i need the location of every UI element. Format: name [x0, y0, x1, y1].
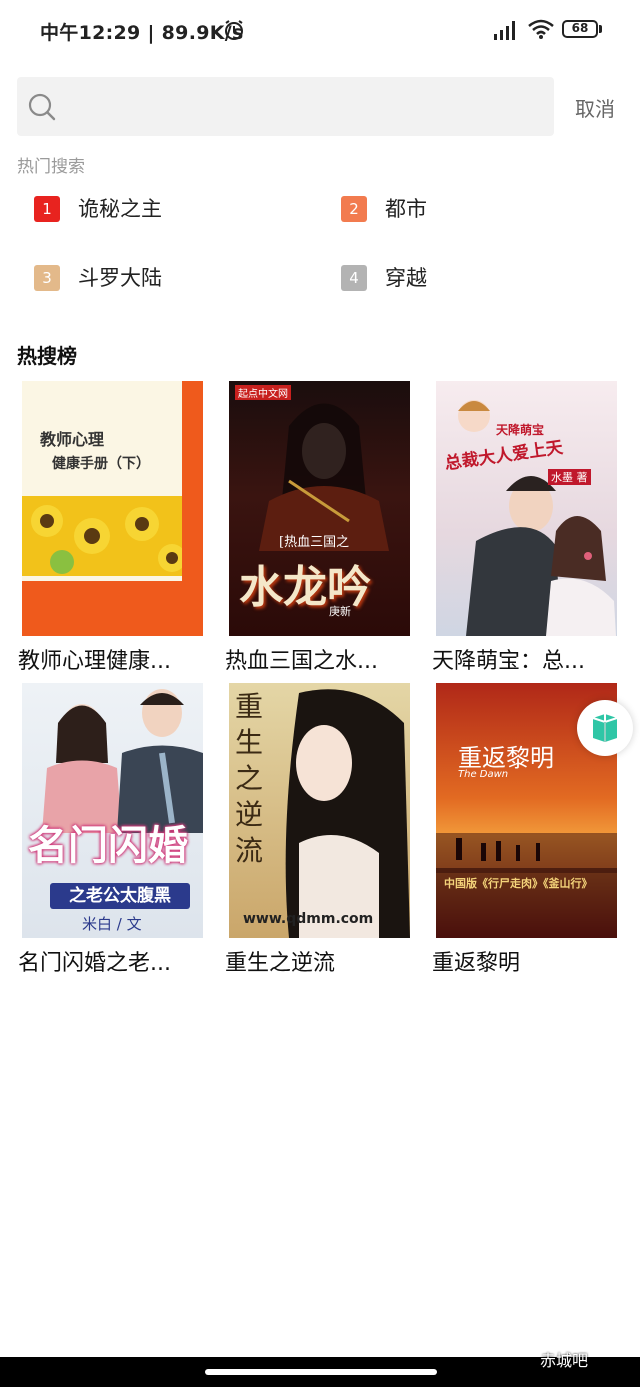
status-time: 中午12:29 | 89.9K/s	[40, 22, 244, 44]
cover-tagline: 中国版《行尸走肉》《釜山行》	[444, 877, 593, 890]
alarm-icon	[225, 20, 243, 40]
book-3d-icon	[592, 714, 618, 742]
book-cover: 教师心理 健康手册（下）	[22, 381, 203, 636]
home-indicator[interactable]	[205, 1369, 437, 1375]
cover-subtitle: 健康手册（下）	[52, 456, 150, 472]
cover-title-vertical: 重 生 之 逆 流	[235, 689, 267, 869]
cover-char: 之	[235, 762, 264, 795]
hot-search-label: 都市	[385, 197, 427, 221]
hot-search-label: 穿越	[385, 266, 427, 290]
book-cover: 天降萌宝 总裁大人爱上天 水墨 著	[436, 381, 617, 636]
battery-tip	[599, 25, 602, 33]
book-title: 名门闪婚之老...	[18, 951, 171, 976]
cover-series: [热血三国之	[279, 535, 350, 550]
cover-author: 水墨 著	[548, 469, 591, 485]
cover-author: 庚新	[329, 605, 351, 618]
sunflower-image	[31, 505, 186, 574]
cover-char: 生	[235, 726, 264, 759]
book-title: 教师心理健康...	[18, 649, 171, 674]
book-cover: 起点中文网 [热血三国之 水龙吟 庚新	[229, 381, 410, 636]
cover-sunflowers	[22, 496, 186, 576]
book-title: 重生之逆流	[225, 951, 336, 976]
book-title: 重返黎明	[432, 951, 521, 976]
book-title: 天降萌宝：总...	[432, 649, 585, 674]
rank-badge: 3	[34, 265, 60, 291]
cover-char: 流	[235, 834, 264, 867]
cover-char: 重	[235, 690, 264, 723]
ranking-title: 热搜榜	[17, 344, 77, 368]
rank-badge: 2	[341, 196, 367, 222]
cover-title: 水龙吟	[239, 562, 371, 613]
cover-char: 逆	[235, 798, 264, 831]
cover-title: 重返黎明	[458, 744, 554, 772]
search-icon	[28, 93, 56, 121]
cover-bottom	[22, 581, 203, 636]
hot-search-label: 诡秘之主	[78, 197, 162, 221]
book-cover: 名门闪婚 之老公太腹黑 米白 / 文	[22, 683, 203, 938]
cover-url: www.qdmm.com	[243, 911, 374, 927]
cover-title: 教师心理	[40, 430, 105, 449]
battery-level: 68	[571, 21, 589, 35]
cover-subtitle: 之老公太腹黑	[50, 883, 190, 909]
signal-icon	[494, 21, 515, 40]
rank-badge: 1	[34, 196, 60, 222]
search-input[interactable]	[67, 77, 541, 138]
book-title: 热血三国之水...	[225, 649, 378, 674]
cover-author: 米白 / 文	[82, 915, 142, 933]
cover-top-text	[22, 381, 203, 393]
search-box[interactable]	[17, 77, 554, 138]
battery-icon: 68	[562, 20, 598, 38]
wifi-icon	[528, 19, 554, 39]
floating-bookshelf-button[interactable]	[577, 700, 633, 756]
book-cover: 重 生 之 逆 流 www.qdmm.com	[229, 683, 410, 938]
cover-subtitle: The Dawn	[458, 769, 509, 780]
rank-badge: 4	[341, 265, 367, 291]
status-bar: 中午12:29 | 89.9K/s 68	[0, 0, 640, 60]
hot-search-title: 热门搜索	[17, 157, 85, 177]
cover-title: 名门闪婚	[28, 822, 188, 869]
cancel-button[interactable]: 取消	[575, 93, 615, 122]
hot-search-label: 斗罗大陆	[78, 266, 162, 290]
couple-illustration	[458, 400, 616, 636]
watermark: 赤城吧	[540, 1351, 589, 1370]
